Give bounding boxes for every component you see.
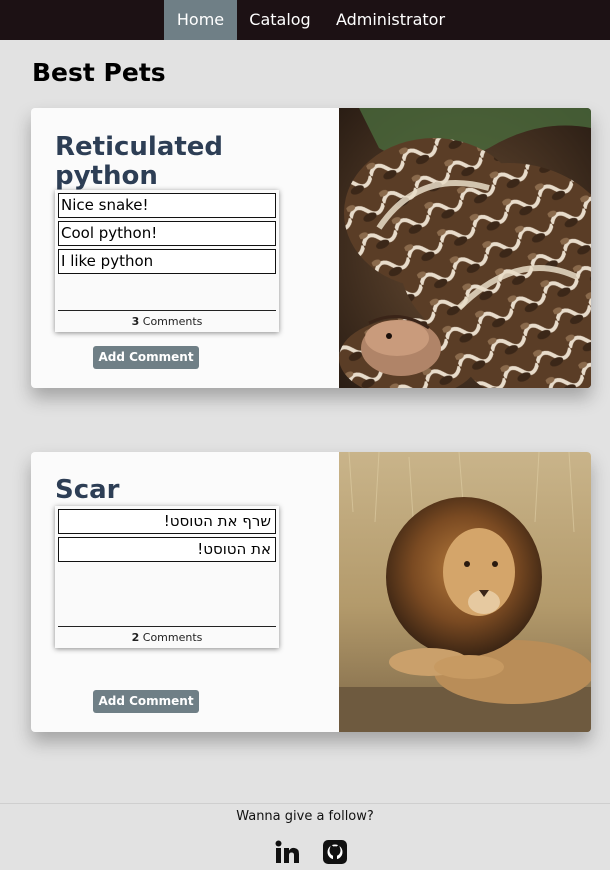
lion-photo xyxy=(339,452,591,732)
footer-divider xyxy=(0,803,610,804)
page-title: Best Pets xyxy=(32,58,166,87)
pet-name: Scar xyxy=(55,475,120,505)
top-navbar: Home Catalog Administrator xyxy=(0,0,610,40)
pet-card: Scar שרף את הטוסט! את הטוסט! 2 Comments … xyxy=(31,452,591,732)
comment-item: Nice snake! xyxy=(58,193,276,218)
comment-count-number: 3 xyxy=(131,315,140,328)
comment-item: שרף את הטוסט! xyxy=(58,509,276,534)
pet-name: Reticulated python xyxy=(55,132,224,191)
nav-home[interactable]: Home xyxy=(164,0,237,40)
comment-item: I like python xyxy=(58,249,276,274)
comments-list: Nice snake! Cool python! I like python 3… xyxy=(55,190,279,332)
github-icon[interactable] xyxy=(321,838,349,866)
comment-item: Cool python! xyxy=(58,221,276,246)
pet-card: Reticulated python Nice snake! Cool pyth… xyxy=(31,108,591,388)
footer-text: Wanna give a follow? xyxy=(236,809,374,824)
comment-count-label: Comments xyxy=(142,315,203,328)
nav-catalog[interactable]: Catalog xyxy=(237,0,323,40)
nav-administrator[interactable]: Administrator xyxy=(323,0,458,40)
linkedin-icon[interactable] xyxy=(273,838,301,866)
comment-count-label: Comments xyxy=(142,631,203,644)
add-comment-button[interactable]: Add Comment xyxy=(93,346,199,369)
comment-count: 3 Comments xyxy=(58,310,276,332)
comment-count-number: 2 xyxy=(131,631,140,644)
comment-item: את הטוסט! xyxy=(58,537,276,562)
comments-list: שרף את הטוסט! את הטוסט! 2 Comments xyxy=(55,506,279,648)
comment-count: 2 Comments xyxy=(58,626,276,648)
python-photo xyxy=(339,108,591,388)
add-comment-button[interactable]: Add Comment xyxy=(93,690,199,713)
